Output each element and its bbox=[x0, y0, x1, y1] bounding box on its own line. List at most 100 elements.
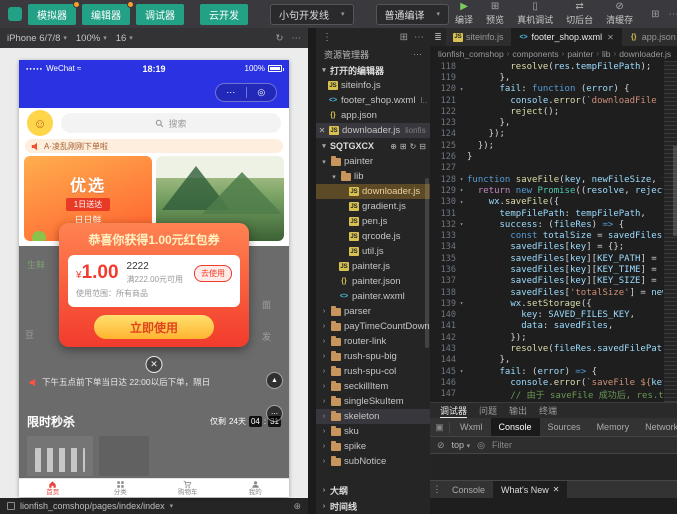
panel-tab-问题[interactable]: 问题 bbox=[479, 403, 497, 418]
kebab-menu-icon[interactable]: ⋮ bbox=[322, 32, 332, 43]
toolbar-action-device-debug[interactable]: ▯真机调试 bbox=[517, 2, 553, 26]
fold-arrow-icon[interactable]: ▾ bbox=[456, 221, 467, 228]
devtools-tab-network[interactable]: Network bbox=[637, 418, 677, 436]
refresh-icon[interactable]: ↻ bbox=[276, 33, 284, 44]
outline-section[interactable]: › 大纲 bbox=[316, 482, 430, 498]
collapse-all-icon[interactable]: ⊟ bbox=[419, 142, 426, 151]
clear-console-icon[interactable]: ⊘ bbox=[437, 440, 445, 451]
tree-file-downloader.js[interactable]: JSdownloader.js bbox=[316, 184, 430, 199]
tree-folder-subNotice[interactable]: ›subNotice bbox=[316, 454, 430, 469]
code-line[interactable]: 138 savedFiles['totalSize'] = newFileS bbox=[430, 287, 677, 298]
split-editor-icon[interactable]: ⊞ bbox=[400, 32, 408, 43]
code-line[interactable]: 125 }); bbox=[430, 140, 677, 151]
tab-bar-item-category[interactable]: 分类 bbox=[87, 479, 155, 497]
tree-file-painter.wxml[interactable]: <>painter.wxml bbox=[316, 289, 430, 304]
kebab-menu-icon[interactable]: ⋮ bbox=[430, 484, 444, 495]
code-line[interactable]: 124 }); bbox=[430, 129, 677, 140]
devtools-tab-memory[interactable]: Memory bbox=[589, 418, 638, 436]
close-icon[interactable]: ✕ bbox=[318, 126, 326, 135]
new-file-icon[interactable]: ⊕ bbox=[390, 142, 397, 151]
fold-arrow-icon[interactable]: ▾ bbox=[456, 300, 467, 307]
code-line[interactable]: 129▾ return new Promise((resolve, reject… bbox=[430, 185, 677, 196]
minimap[interactable] bbox=[664, 61, 677, 402]
use-coupon-button[interactable]: 去使用 bbox=[194, 265, 232, 282]
tree-folder-lib[interactable]: ▾lib bbox=[316, 169, 430, 184]
zoom-selector[interactable]: 100%▾ bbox=[76, 33, 107, 44]
code-line[interactable]: 127 bbox=[430, 163, 677, 174]
code-line[interactable]: 141 data: savedFiles, bbox=[430, 321, 677, 332]
tree-folder-parser[interactable]: ›parser bbox=[316, 304, 430, 319]
code-line[interactable]: 144 }, bbox=[430, 355, 677, 366]
debugger-toggle-button[interactable]: 调试器 bbox=[136, 4, 184, 25]
code-line[interactable]: 128▾function saveFile(key, newFileSize, … bbox=[430, 174, 677, 185]
use-now-button[interactable]: 立即使用 bbox=[94, 315, 214, 339]
code-line[interactable]: 120▾ fail: function (error) { bbox=[430, 84, 677, 95]
breadcrumb-item[interactable]: lib bbox=[602, 49, 611, 59]
code-line[interactable]: 145▾ fail: (error) => { bbox=[430, 366, 677, 377]
new-folder-icon[interactable]: ⊞ bbox=[400, 142, 407, 151]
editor-tab-siteinfo.js[interactable]: JSsiteinfo.js bbox=[446, 28, 512, 46]
breadcrumb-item[interactable]: components bbox=[512, 49, 558, 59]
tree-folder-spike[interactable]: ›spike bbox=[316, 439, 430, 454]
more-icon[interactable]: ⋯ bbox=[413, 49, 422, 60]
fold-arrow-icon[interactable]: ▾ bbox=[456, 176, 467, 183]
project-selector[interactable]: 小句开发线 ▾ bbox=[270, 4, 354, 25]
code-line[interactable]: 131 tempFilePath: tempFilePath, bbox=[430, 208, 677, 219]
fold-arrow-icon[interactable]: ▾ bbox=[456, 199, 467, 206]
code-line[interactable]: 147 // 由于 saveFile 成功后, res.tempF bbox=[430, 389, 677, 400]
console-filter-input[interactable]: Filter bbox=[492, 440, 512, 450]
breadcrumb-item[interactable]: lionfish_comshop bbox=[438, 49, 504, 59]
tree-folder-skeleton[interactable]: ›skeleton bbox=[316, 409, 430, 424]
open-editor-item[interactable]: {}app.json bbox=[316, 108, 430, 123]
device-toolbar-icon[interactable]: ▣ bbox=[430, 422, 450, 433]
more-menu-icon[interactable]: ⋯ bbox=[216, 88, 246, 97]
compile-mode-selector[interactable]: 普通编译 ▾ bbox=[376, 4, 450, 25]
console-output[interactable] bbox=[430, 454, 677, 480]
toolbar-action-switch-background[interactable]: ⇄切后台 bbox=[566, 2, 593, 26]
tree-folder-singleSkuItem[interactable]: ›singleSkuItem bbox=[316, 394, 430, 409]
explorer-scrollbar[interactable] bbox=[425, 178, 429, 348]
more-icon[interactable]: ⋯ bbox=[669, 9, 677, 20]
code-line[interactable]: 137 savedFiles[key][KEY_SIZE] = newFil bbox=[430, 276, 677, 287]
current-page-path[interactable]: lionfish_comshop/pages/index/index bbox=[20, 501, 165, 511]
toolbar-action-preview[interactable]: ⊞预览 bbox=[486, 2, 504, 26]
open-editor-item[interactable]: JSsiteinfo.js bbox=[316, 78, 430, 93]
code-line[interactable]: 123 }, bbox=[430, 117, 677, 128]
tree-file-gradient.js[interactable]: JSgradient.js bbox=[316, 199, 430, 214]
fold-arrow-icon[interactable]: ▾ bbox=[456, 86, 467, 93]
tree-folder-seckillItem[interactable]: ›seckillItem bbox=[316, 379, 430, 394]
open-editors-section[interactable]: ▾ 打开的编辑器 bbox=[316, 62, 430, 78]
modal-close-button[interactable]: ✕ bbox=[146, 356, 163, 373]
breadcrumb[interactable]: lionfish_comshop›components›painter›lib›… bbox=[430, 46, 677, 61]
code-line[interactable]: 139▾ wx.setStorage({ bbox=[430, 298, 677, 309]
eye-icon[interactable]: ◎ bbox=[477, 440, 485, 451]
device-selector[interactable]: iPhone 6/7/8▾ bbox=[7, 33, 67, 44]
panel-tab-调试器[interactable]: 调试器 bbox=[440, 403, 467, 418]
cloud-dev-button[interactable]: 云开发 bbox=[200, 4, 248, 25]
editor-tab-app.json[interactable]: {}app.json bbox=[622, 28, 677, 46]
fold-arrow-icon[interactable]: ▾ bbox=[456, 368, 467, 375]
code-editor[interactable]: 118 resolve(res.tempFilePath);119 },120▾… bbox=[430, 61, 677, 402]
context-selector[interactable]: top ▾ bbox=[452, 440, 471, 450]
devtools-tab-console[interactable]: Console bbox=[491, 418, 540, 436]
tree-file-painter.json[interactable]: {}painter.json bbox=[316, 274, 430, 289]
code-line[interactable]: 126} bbox=[430, 151, 677, 162]
search-input[interactable]: 搜索 bbox=[61, 113, 281, 133]
editor-scrollbar[interactable] bbox=[673, 146, 677, 236]
close-icon[interactable]: ✕ bbox=[553, 485, 560, 494]
code-line[interactable]: 121 console.error(`downloadFile failed bbox=[430, 95, 677, 106]
editor-tab-footer_shop.wxml[interactable]: <>footer_shop.wxml✕ bbox=[512, 28, 622, 46]
more-icon[interactable]: ⋯ bbox=[292, 33, 302, 44]
code-line[interactable]: 143 resolve(fileRes.savedFilePath); bbox=[430, 343, 677, 354]
network-selector[interactable]: 16▾ bbox=[116, 33, 133, 44]
timeline-section[interactable]: › 时间线 bbox=[316, 498, 430, 514]
tree-folder-payTimeCountDown[interactable]: ›payTimeCountDown bbox=[316, 319, 430, 334]
refresh-icon[interactable]: ↻ bbox=[410, 142, 417, 151]
code-line[interactable]: 133 const totalSize = savedFiles[KEY_T bbox=[430, 230, 677, 241]
tree-folder-rush-spu-col[interactable]: ›rush-spu-col bbox=[316, 364, 430, 379]
tab-bar-item-cart[interactable]: 购物车 bbox=[154, 479, 222, 497]
open-editor-item[interactable]: ✕JSdownloader.jslionfis bbox=[316, 123, 430, 138]
panel-divider[interactable] bbox=[308, 28, 316, 514]
devtools-tab-wxml[interactable]: Wxml bbox=[452, 418, 491, 436]
toolbar-action-clear-cache[interactable]: ⊘清缓存 bbox=[606, 2, 633, 26]
